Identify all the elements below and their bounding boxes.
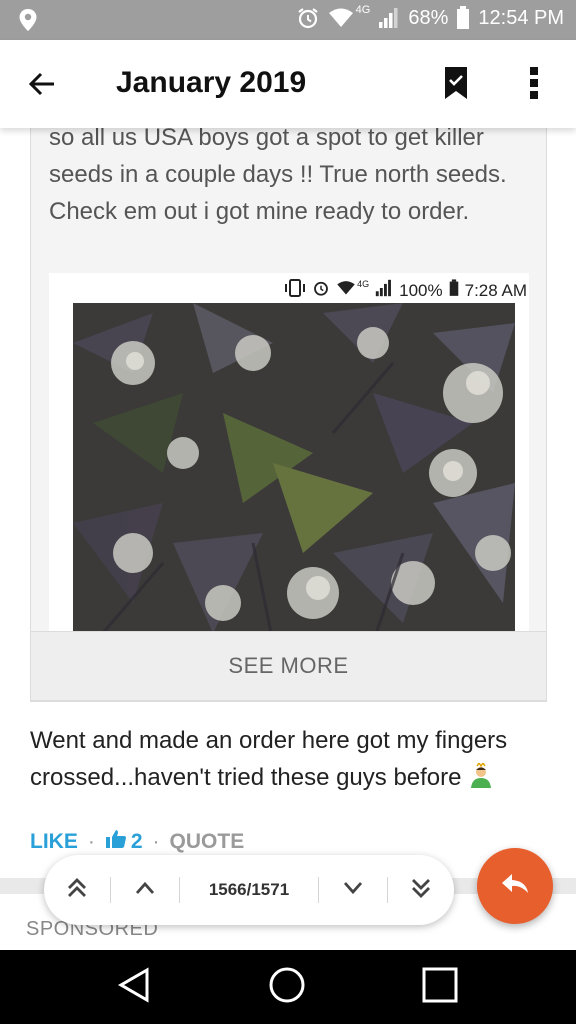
battery-percent: 68%	[408, 6, 449, 29]
page-title: January 2019	[116, 66, 307, 99]
see-more-button[interactable]: SEE MORE	[30, 631, 547, 701]
nav-recents-button[interactable]	[420, 967, 460, 1007]
nav-back-button[interactable]	[114, 966, 154, 1008]
nav-home-icon	[268, 966, 306, 1009]
quote-text: so all us USA boys got a spot to get kil…	[49, 128, 507, 225]
app-bar: January 2019	[0, 40, 576, 128]
wifi-icon	[328, 7, 354, 29]
thumbs-up-icon	[105, 829, 127, 855]
embedded-battery-percent: 100%	[399, 280, 443, 300]
signal-icon	[375, 279, 393, 302]
location-icon	[18, 8, 38, 32]
status-bar: 4G 68% 12:54 PM	[0, 0, 576, 40]
quote-button[interactable]: QUOTE	[170, 830, 245, 854]
signal-icon	[378, 7, 400, 29]
network-type: 4G	[355, 4, 371, 16]
post-content: so all us USA boys got a spot to get kil…	[0, 128, 576, 950]
see-more-label: SEE MORE	[228, 653, 349, 678]
bookmark-icon	[443, 66, 469, 105]
back-arrow-icon	[27, 69, 57, 104]
nav-home-button[interactable]	[267, 967, 307, 1007]
next-page-button[interactable]	[319, 855, 387, 925]
nav-recents-icon	[422, 967, 458, 1008]
more-options-button[interactable]	[516, 64, 552, 106]
vibrate-icon	[284, 279, 306, 302]
post-text: Went and made an order here got my finge…	[30, 722, 550, 796]
bookmark-button[interactable]	[436, 64, 476, 106]
system-nav-bar	[0, 950, 576, 1024]
separator-dot: ·	[152, 830, 160, 853]
plant-photo	[73, 303, 515, 633]
last-page-button[interactable]	[388, 855, 454, 925]
post-body: Went and made an order here got my finge…	[30, 727, 508, 791]
like-count[interactable]: 2	[105, 829, 143, 855]
prev-page-icon	[134, 881, 156, 900]
person-bowing-emoji	[468, 761, 494, 789]
reply-button[interactable]	[477, 848, 553, 924]
battery-icon	[449, 279, 459, 302]
embedded-clock: 7:28 AM	[464, 280, 527, 300]
reply-icon	[501, 873, 529, 900]
prev-page-button[interactable]	[111, 855, 179, 925]
first-page-icon	[66, 877, 88, 904]
post-actions: LIKE · 2 · QUOTE	[30, 827, 244, 857]
back-button[interactable]	[22, 66, 62, 106]
alarm-icon	[312, 279, 330, 302]
nav-back-icon	[117, 966, 151, 1008]
quoted-post: so all us USA boys got a spot to get kil…	[30, 128, 547, 702]
separator-dot: ·	[87, 830, 95, 853]
page-navigator: 1566/1571	[44, 855, 454, 925]
more-vert-icon	[529, 66, 539, 105]
first-page-button[interactable]	[44, 855, 110, 925]
like-count-value: 2	[130, 830, 143, 853]
last-page-icon	[410, 877, 432, 904]
battery-icon	[456, 6, 470, 30]
page-counter[interactable]: 1566/1571	[180, 880, 318, 900]
embedded-network-type: 4G	[357, 278, 370, 289]
quote-image[interactable]: 4G 100% 7:28 AM	[49, 273, 529, 633]
embedded-status-bar: 4G 100% 7:28 AM	[284, 279, 527, 302]
like-button[interactable]: LIKE	[30, 830, 78, 854]
wifi-icon	[336, 280, 356, 301]
next-page-icon	[342, 881, 364, 900]
clock: 12:54 PM	[478, 6, 564, 29]
alarm-icon	[296, 6, 320, 30]
